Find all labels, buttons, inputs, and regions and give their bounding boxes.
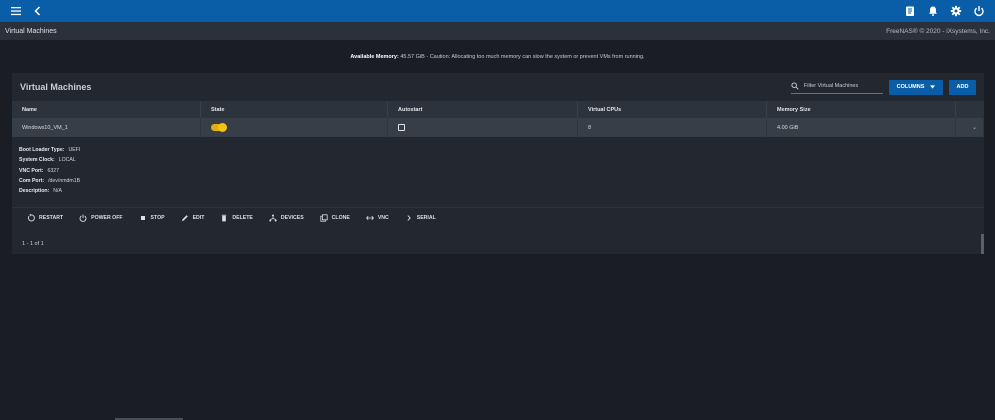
stop-button[interactable]: STOP [139, 214, 165, 222]
detail-com-port: Com Port:/dev/nmdm1B [19, 177, 81, 184]
memory-label: Available Memory: [350, 54, 399, 60]
restart-button[interactable]: RESTART [27, 214, 63, 222]
column-header-name[interactable]: Name [12, 101, 201, 118]
chevron-right-icon [407, 215, 411, 221]
column-header-vcpus[interactable]: Virtual CPUs [578, 101, 767, 118]
caret-down-icon [930, 85, 936, 89]
card-header: Virtual Machines COLUMNS ADD [12, 73, 984, 101]
search-icon [791, 82, 799, 90]
card-title: Virtual Machines [20, 82, 92, 92]
autostart-checkbox[interactable] [398, 124, 405, 131]
vm-card: Virtual Machines COLUMNS ADD Name State … [12, 73, 984, 254]
chevron-left-icon[interactable] [32, 5, 44, 17]
columns-button[interactable]: COLUMNS [889, 79, 943, 95]
vm-name: Windows10_VM_1 [12, 118, 201, 137]
detail-description: Description: N/A [19, 188, 62, 195]
column-header-spacer [956, 101, 984, 118]
edit-button[interactable]: EDIT [181, 214, 204, 222]
pagination-summary: 1 - 1 of 1 [22, 241, 44, 247]
table-header: Name State Autostart Virtual CPUs Memory… [12, 101, 984, 118]
vnc-button[interactable]: VNC [365, 214, 389, 222]
filter-box [791, 80, 883, 94]
pencil-icon [181, 215, 188, 221]
power-off-button[interactable]: POWER OFF [79, 214, 123, 222]
top-toolbar [0, 0, 995, 22]
table-row[interactable]: Windows10_VM_1 8 4.00 GiB ⌄ [12, 118, 984, 137]
state-toggle[interactable] [211, 123, 227, 132]
hamburger-icon[interactable] [10, 5, 22, 17]
columns-label: COLUMNS [896, 84, 925, 90]
action-bar: RESTART POWER OFF STOP EDIT DELETE DEVIC… [12, 207, 984, 228]
autostart-cell [388, 118, 578, 137]
column-header-autostart[interactable]: Autostart [388, 101, 578, 118]
devices-icon [269, 214, 277, 222]
serial-button[interactable]: SERIAL [405, 214, 436, 222]
stop-icon [140, 216, 145, 220]
detail-boot-loader: Boot Loader Type: UEFI [19, 147, 81, 153]
breadcrumb: Virtual Machines [5, 27, 57, 35]
state-cell [201, 118, 388, 137]
memory-text: 45.57 GiB - Caution: Allocating too much… [400, 54, 645, 60]
detail-vnc-port: VNC Port: 6327 [19, 167, 60, 174]
detail-system-clock: System Clock: LOCAL [19, 157, 76, 164]
devices-button[interactable]: DEVICES [269, 214, 304, 222]
vcpus-value: 8 [578, 118, 767, 137]
restart-icon [28, 214, 35, 222]
gear-icon[interactable] [950, 5, 962, 17]
clone-icon [320, 214, 328, 222]
column-header-memory[interactable]: Memory Size [767, 101, 956, 118]
trash-icon [222, 214, 227, 222]
scrollbar[interactable] [981, 234, 984, 254]
arrows-horizontal-icon [365, 215, 374, 221]
filter-input[interactable] [803, 83, 881, 89]
clone-button[interactable]: CLONE [320, 214, 350, 222]
power-icon[interactable] [973, 5, 985, 17]
column-header-state[interactable]: State [201, 101, 388, 118]
clipboard-icon[interactable] [904, 5, 916, 17]
copyright-text: FreeNAS® © 2020 - iXsystems, Inc. [886, 27, 990, 35]
page-header-bar: Virtual Machines FreeNAS® © 2020 - iXsys… [0, 22, 995, 40]
add-button[interactable]: ADD [949, 79, 976, 95]
memory-notice: Available Memory: 45.57 GiB - Caution: A… [0, 54, 995, 60]
delete-button[interactable]: DELETE [220, 214, 253, 222]
bell-icon[interactable] [927, 5, 939, 17]
memory-value: 4.00 GiB [767, 118, 956, 137]
power-icon [79, 214, 87, 222]
chevron-down-icon[interactable]: ⌄ [972, 124, 977, 131]
expand-cell[interactable]: ⌄ [956, 118, 984, 137]
vm-details: Boot Loader Type: UEFI System Clock: LOCAL… [12, 137, 984, 196]
